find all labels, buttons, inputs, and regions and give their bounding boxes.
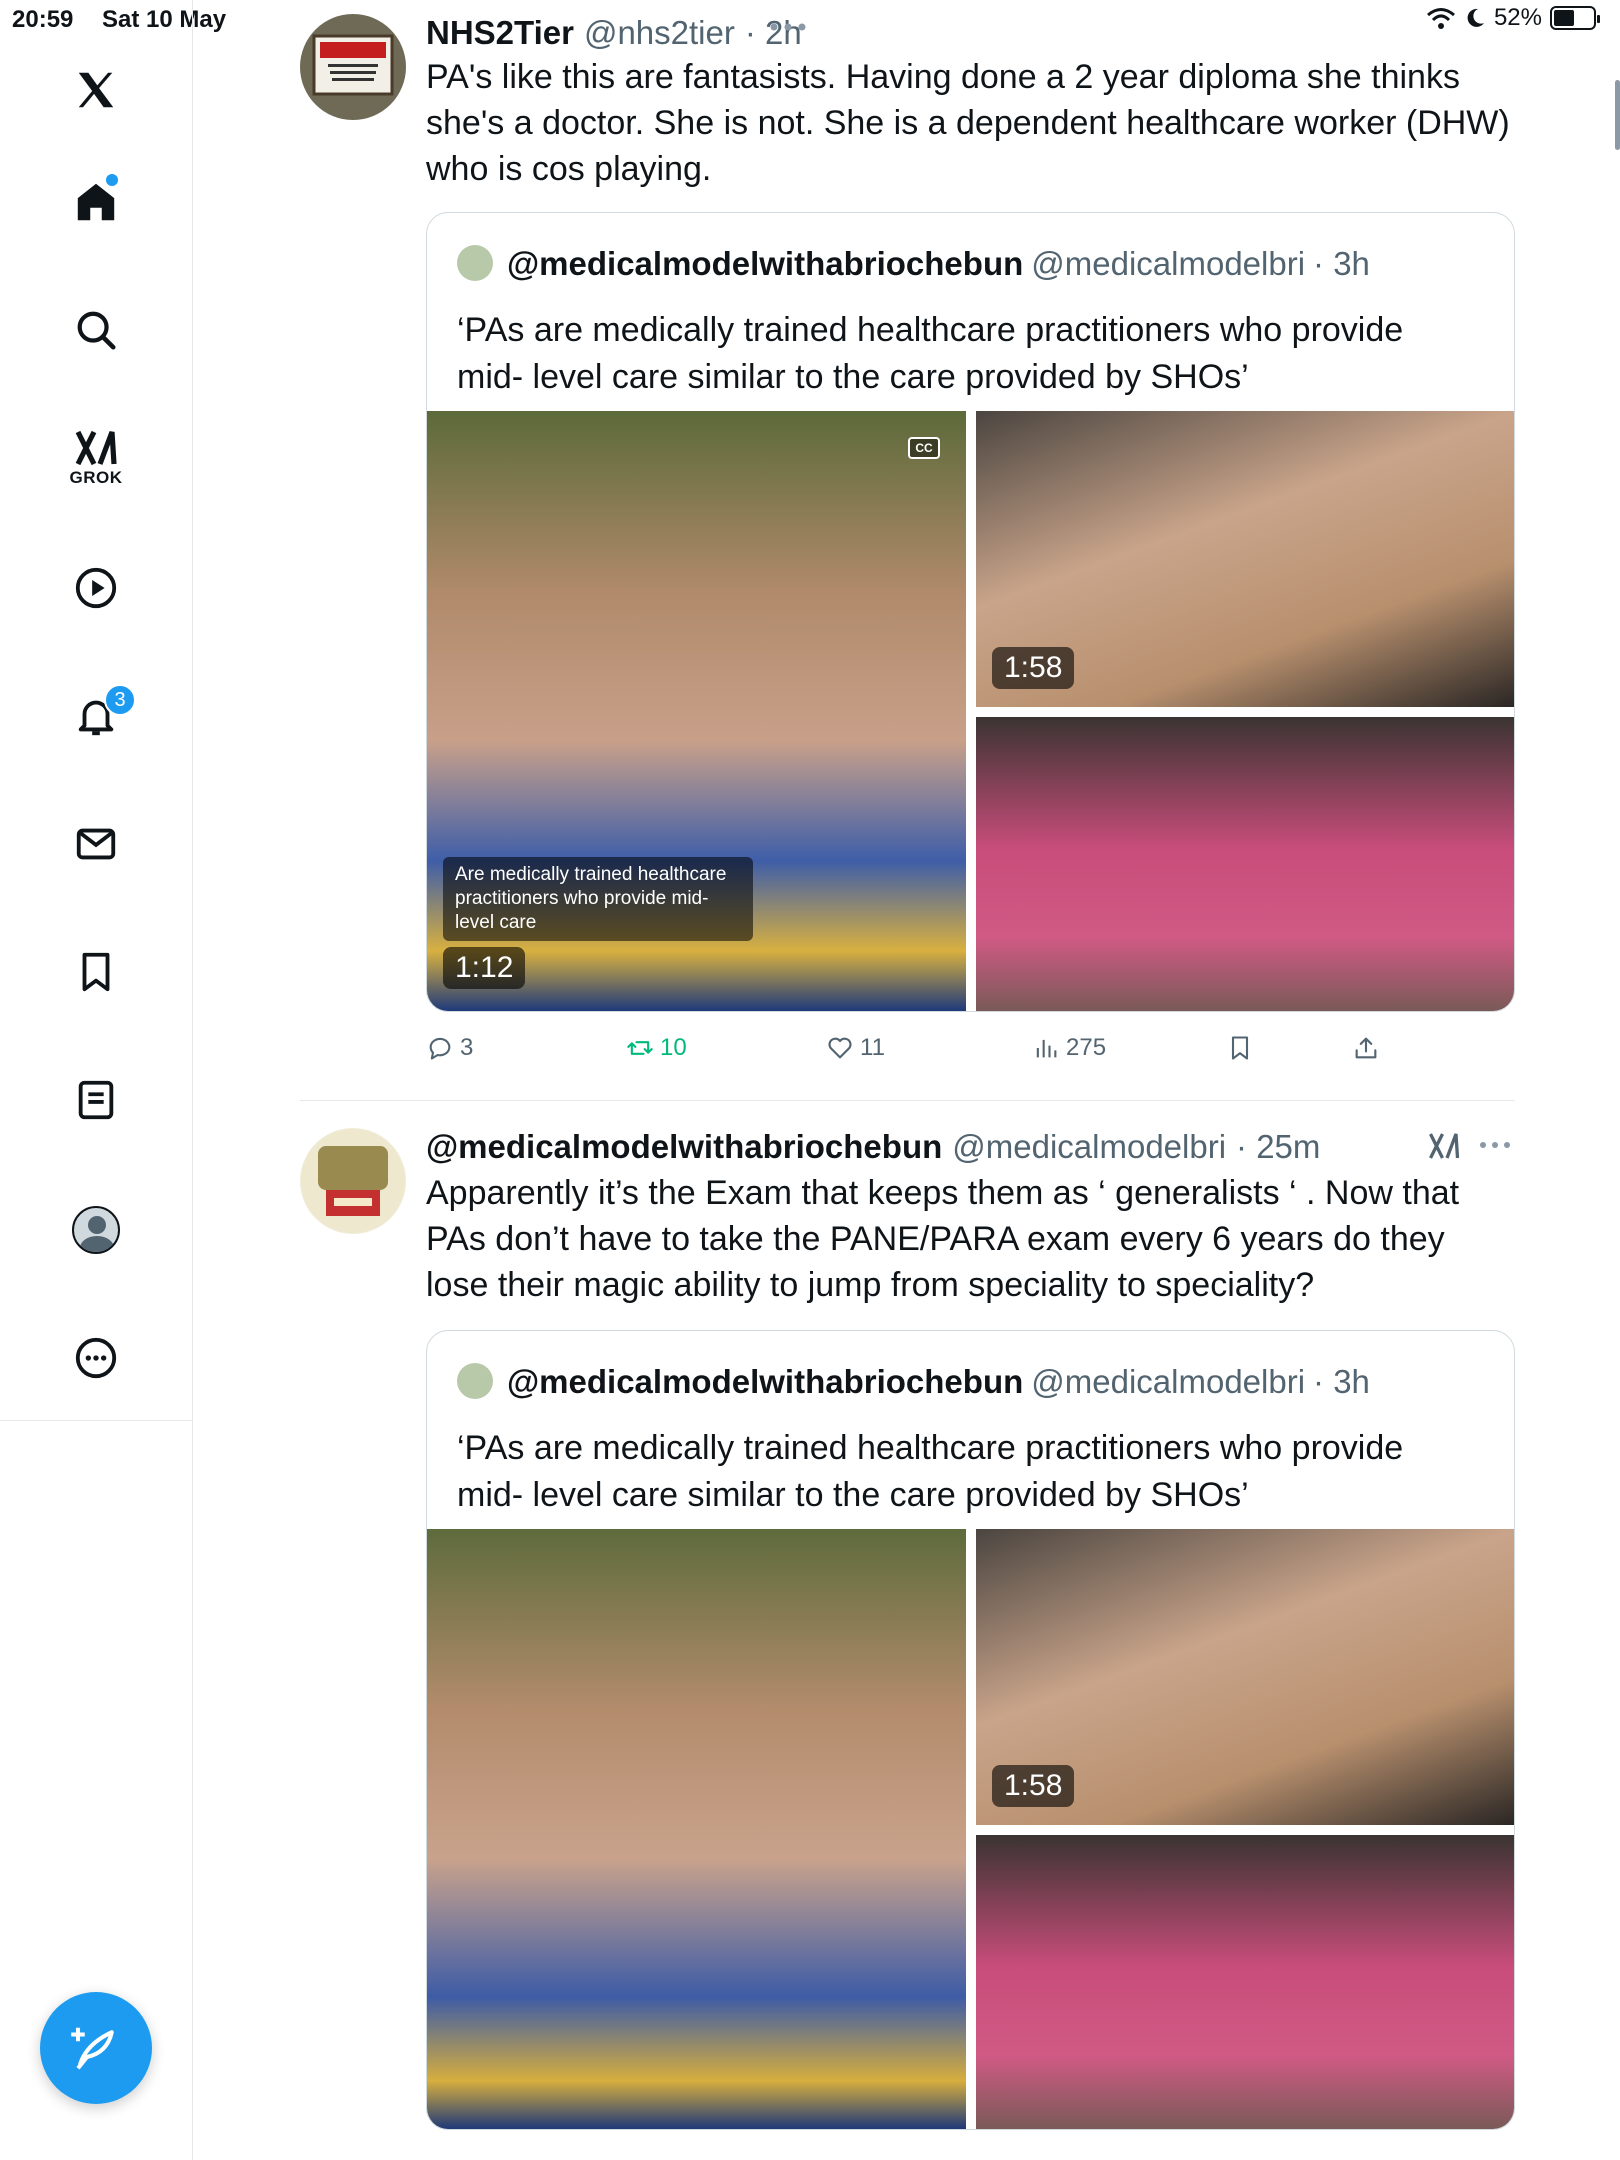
views-chart-icon <box>1036 1039 1057 1058</box>
share-button[interactable] <box>1352 1034 1380 1062</box>
image-thumbnail[interactable] <box>976 1835 1514 2129</box>
repost-icon <box>627 1041 653 1055</box>
quote-avatar <box>457 245 493 281</box>
quote-header: @medicalmodelwithabriochebun @medicalmod… <box>457 239 1370 283</box>
tweet-1[interactable]: NHS2Tier @nhs2tier · 2h PA's like this a… <box>300 14 1515 1094</box>
tweet-actions: 3 10 11 275 <box>426 1034 1426 1078</box>
grok-label: GROK <box>69 468 123 487</box>
quote-author-handle: @medicalmodelbri <box>1031 1363 1306 1400</box>
quoted-tweet[interactable]: @medicalmodelwithabriochebun @medicalmod… <box>426 1330 1515 2130</box>
tweet-author-avatar[interactable] <box>300 1128 406 1234</box>
tweet-2[interactable]: @medicalmodelwithabriochebun @medicalmod… <box>300 1128 1515 2160</box>
author-name[interactable]: @medicalmodelwithabriochebun <box>426 1128 942 1166</box>
home-icon[interactable] <box>60 166 132 238</box>
gmc-parody-avatar <box>301 1129 405 1233</box>
video-1-thumbnail[interactable]: CC Are medically trained healthcare prac… <box>427 411 966 1011</box>
battery-icon <box>1550 6 1600 30</box>
x-logo-icon[interactable] <box>60 54 132 126</box>
bookmarks-icon[interactable] <box>60 936 132 1008</box>
scrollbar[interactable] <box>1615 80 1620 150</box>
views-count: 275 <box>1066 1034 1107 1061</box>
views-button[interactable]: 275 <box>1032 1034 1106 1062</box>
avatar <box>72 1206 120 1254</box>
author-handle[interactable]: @nhs2tier <box>584 14 735 52</box>
video-2-thumbnail[interactable]: 1:58 <box>976 411 1514 707</box>
sidebar: GROK 3 <box>0 0 193 2160</box>
video-1-thumbnail[interactable] <box>427 1529 966 2129</box>
quote-text: ‘PAs are medically trained healthcare pr… <box>457 311 1404 396</box>
reply-icon <box>429 1037 451 1060</box>
reply-count: 3 <box>460 1034 474 1061</box>
grok-nav[interactable]: GROK <box>60 420 132 492</box>
video-1-duration: 1:12 <box>443 947 526 989</box>
quote-time: · 3h <box>1313 1363 1370 1400</box>
heart-icon <box>828 1037 852 1059</box>
tweet-time: · 25m <box>1236 1128 1321 1165</box>
like-count: 11 <box>860 1034 885 1061</box>
quoted-tweet[interactable]: @medicalmodelwithabriochebun @medicalmod… <box>426 212 1515 1012</box>
tweet-more-icon[interactable] <box>768 20 816 34</box>
media-grid: CC Are medically trained healthcare prac… <box>427 411 1514 1011</box>
more-menu-icon[interactable] <box>60 1322 132 1394</box>
home-new-dot <box>106 174 118 186</box>
video-2-thumbnail[interactable]: 1:58 <box>976 1529 1514 1825</box>
notifications-badge: 3 <box>104 684 136 716</box>
author-handle[interactable]: @medicalmodelbri <box>952 1128 1226 1166</box>
tweet-divider <box>300 1100 1515 1101</box>
media-grid: 1:58 <box>427 1529 1514 2129</box>
cc-icon[interactable]: CC <box>908 437 940 459</box>
sidebar-divider <box>0 1420 193 1421</box>
video-2-duration: 1:58 <box>992 647 1075 689</box>
grok-icon <box>75 430 117 466</box>
quote-text: ‘PAs are medically trained healthcare pr… <box>457 1429 1404 1514</box>
video-icon[interactable] <box>60 552 132 624</box>
messages-mail-icon[interactable] <box>60 808 132 880</box>
reply-button[interactable]: 3 <box>426 1034 473 1062</box>
image-thumbnail[interactable] <box>976 717 1514 1011</box>
author-name[interactable]: NHS2Tier <box>426 14 574 52</box>
tweet-text: Apparently it’s the Exam that keeps them… <box>426 1174 1460 1304</box>
repost-count: 10 <box>660 1034 687 1061</box>
quote-author-name: @medicalmodelwithabriochebun <box>507 245 1024 282</box>
danger-sign-avatar <box>300 14 406 120</box>
tweet-text: PA's like this are fantasists. Having do… <box>426 58 1510 188</box>
quote-avatar <box>457 1363 493 1399</box>
repost-button[interactable]: 10 <box>626 1034 687 1062</box>
tweet-author-avatar[interactable] <box>300 14 406 120</box>
video-caption: Are medically trained healthcare practit… <box>443 857 753 941</box>
lists-icon[interactable] <box>60 1064 132 1136</box>
bookmark-button[interactable] <box>1226 1034 1254 1062</box>
bookmark-icon <box>1231 1036 1249 1060</box>
tweet-header: @medicalmodelwithabriochebun @medicalmod… <box>426 1128 1320 1166</box>
compose-feather-icon <box>71 2027 114 2070</box>
tweet-more-icon[interactable] <box>1478 1138 1514 1152</box>
tweet-header: NHS2Tier @nhs2tier · 2h <box>426 14 802 52</box>
search-icon[interactable] <box>60 294 132 366</box>
grok-action-icon[interactable] <box>1426 1128 1462 1164</box>
quote-author-name: @medicalmodelwithabriochebun <box>507 1363 1024 1400</box>
quote-author-handle: @medicalmodelbri <box>1031 245 1306 282</box>
quote-header: @medicalmodelwithabriochebun @medicalmod… <box>457 1357 1370 1401</box>
compose-post-button[interactable] <box>40 1992 152 2104</box>
quote-time: · 3h <box>1313 245 1370 282</box>
share-icon <box>1355 1037 1377 1059</box>
video-2-duration: 1:58 <box>992 1765 1075 1807</box>
like-button[interactable]: 11 <box>826 1034 885 1062</box>
profile-avatar[interactable] <box>60 1194 132 1266</box>
